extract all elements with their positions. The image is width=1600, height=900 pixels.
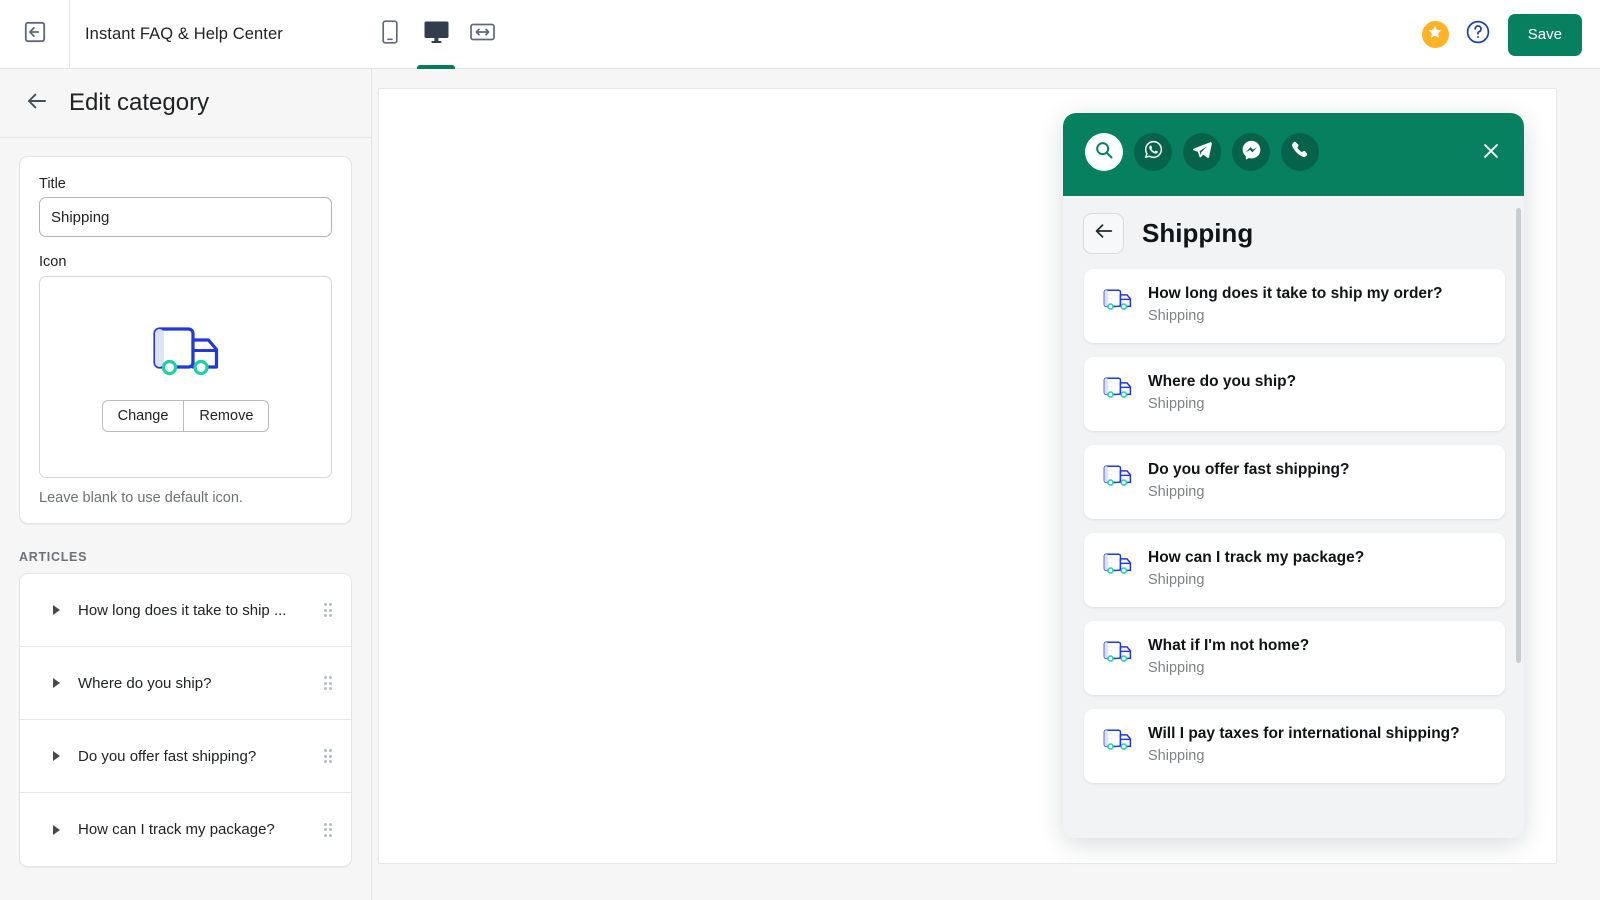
widget-close-button[interactable] bbox=[1478, 140, 1504, 166]
phone-icon bbox=[1290, 140, 1310, 165]
delivery-truck-icon bbox=[1101, 551, 1134, 582]
widget-back-button[interactable] bbox=[1083, 213, 1124, 254]
icon-picker-box: Change Remove bbox=[39, 276, 332, 478]
device-preview-toggles bbox=[375, 0, 497, 69]
arrow-left-icon bbox=[25, 89, 49, 118]
search-icon bbox=[1094, 140, 1114, 165]
review-star-button[interactable] bbox=[1421, 21, 1449, 48]
faq-question: Do you offer fast shipping? bbox=[1148, 461, 1350, 478]
faq-question: What if I'm not home? bbox=[1148, 637, 1310, 654]
app-title: Instant FAQ & Help Center bbox=[85, 24, 283, 43]
page-title: Edit category bbox=[69, 89, 210, 116]
change-icon-button[interactable]: Change bbox=[101, 399, 185, 432]
faq-widget-preview: Shipping How long does it take to ship m… bbox=[1063, 113, 1524, 838]
save-button[interactable]: Save bbox=[1507, 13, 1582, 56]
delivery-truck-icon bbox=[1101, 287, 1134, 318]
widget-navigation: Shipping bbox=[1063, 196, 1524, 260]
drag-handle-icon[interactable] bbox=[323, 749, 332, 763]
list-item[interactable]: How can I track my package? Shipping bbox=[1084, 533, 1505, 607]
title-field-label: Title bbox=[39, 176, 66, 192]
list-item[interactable]: Where do you ship? bbox=[20, 647, 351, 720]
icon-hint-text: Leave blank to use default icon. bbox=[39, 490, 243, 506]
widget-scrollbar-thumb[interactable] bbox=[1516, 208, 1521, 663]
telegram-icon bbox=[1192, 139, 1213, 165]
preview-mobile-button[interactable] bbox=[375, 18, 405, 52]
top-bar-actions: Save bbox=[1421, 0, 1582, 69]
article-title: Where do you ship? bbox=[78, 674, 212, 692]
widget-category-title: Shipping bbox=[1142, 218, 1254, 248]
sidebar-header: Edit category bbox=[0, 69, 371, 138]
chevron-right-icon bbox=[53, 751, 60, 761]
article-title: Do you offer fast shipping? bbox=[78, 747, 257, 765]
delivery-truck-icon bbox=[147, 323, 225, 386]
list-item[interactable]: How can I track my package? bbox=[20, 793, 351, 866]
widget-phone-button[interactable] bbox=[1281, 133, 1319, 171]
edit-category-sidebar: Edit category Title Icon Change Remove bbox=[0, 69, 372, 900]
widget-faq-list: How long does it take to ship my order? … bbox=[1063, 260, 1524, 783]
chevron-right-icon bbox=[53, 605, 60, 615]
help-button[interactable] bbox=[1465, 19, 1492, 50]
whatsapp-icon bbox=[1143, 139, 1164, 165]
widget-messenger-button[interactable] bbox=[1232, 133, 1270, 171]
mobile-icon bbox=[382, 20, 398, 49]
desktop-icon bbox=[424, 21, 449, 49]
sidebar-back-button[interactable] bbox=[22, 88, 52, 118]
delivery-truck-icon bbox=[1101, 463, 1134, 494]
delivery-truck-icon bbox=[1101, 727, 1134, 758]
messenger-icon bbox=[1241, 139, 1262, 165]
list-item[interactable]: What if I'm not home? Shipping bbox=[1084, 621, 1505, 695]
category-form-card: Title Icon Change Remove Leave blank bbox=[19, 156, 352, 524]
delivery-truck-icon bbox=[1101, 639, 1134, 670]
icon-field-label: Icon bbox=[39, 254, 67, 270]
widget-whatsapp-button[interactable] bbox=[1134, 133, 1172, 171]
widget-header bbox=[1063, 113, 1524, 222]
full-width-icon bbox=[469, 22, 495, 47]
preview-desktop-button[interactable] bbox=[421, 18, 451, 52]
list-item[interactable]: Do you offer fast shipping? Shipping bbox=[1084, 445, 1505, 519]
faq-question: How long does it take to ship my order? bbox=[1148, 285, 1443, 302]
articles-list: How long does it take to ship ... Where … bbox=[19, 573, 352, 867]
title-input[interactable] bbox=[39, 197, 332, 237]
faq-category: Shipping bbox=[1148, 396, 1205, 413]
top-bar: Instant FAQ & Help Center Save bbox=[0, 0, 1600, 69]
list-item[interactable]: Will I pay taxes for international shipp… bbox=[1084, 709, 1505, 783]
remove-icon-button[interactable]: Remove bbox=[184, 399, 270, 432]
close-icon bbox=[1480, 140, 1502, 167]
article-title: How long does it take to ship ... bbox=[78, 601, 287, 619]
icon-actions: Change Remove bbox=[101, 399, 270, 432]
widget-search-button[interactable] bbox=[1085, 133, 1123, 171]
list-item[interactable]: Where do you ship? Shipping bbox=[1084, 357, 1505, 431]
article-title: How can I track my package? bbox=[78, 821, 275, 838]
drag-handle-icon[interactable] bbox=[323, 822, 332, 837]
widget-channel-buttons bbox=[1085, 133, 1319, 171]
delivery-truck-icon bbox=[1101, 375, 1134, 406]
chevron-right-icon bbox=[53, 678, 60, 688]
faq-category: Shipping bbox=[1148, 572, 1205, 589]
exit-app-button[interactable] bbox=[0, 0, 70, 68]
faq-category: Shipping bbox=[1148, 484, 1205, 501]
faq-question: Where do you ship? bbox=[1148, 373, 1297, 390]
list-item[interactable]: Do you offer fast shipping? bbox=[20, 720, 351, 793]
star-icon bbox=[1427, 24, 1443, 45]
exit-app-icon bbox=[22, 19, 48, 50]
preview-fullwidth-button[interactable] bbox=[467, 18, 497, 52]
list-item[interactable]: How long does it take to ship ... bbox=[20, 574, 351, 647]
faq-category: Shipping bbox=[1148, 660, 1205, 677]
drag-handle-icon[interactable] bbox=[323, 676, 332, 690]
drag-handle-icon[interactable] bbox=[323, 603, 332, 617]
articles-section-title: ARTICLES bbox=[19, 550, 88, 564]
question-mark-icon bbox=[1465, 19, 1491, 50]
faq-question: How can I track my package? bbox=[1148, 549, 1365, 566]
chevron-right-icon bbox=[53, 824, 60, 835]
widget-telegram-button[interactable] bbox=[1183, 133, 1221, 171]
arrow-left-icon bbox=[1093, 220, 1115, 247]
faq-category: Shipping bbox=[1148, 308, 1205, 325]
faq-question: Will I pay taxes for international shipp… bbox=[1148, 725, 1460, 742]
list-item[interactable]: How long does it take to ship my order? … bbox=[1084, 269, 1505, 343]
widget-body: Shipping How long does it take to ship m… bbox=[1063, 196, 1524, 838]
faq-category: Shipping bbox=[1148, 748, 1205, 765]
